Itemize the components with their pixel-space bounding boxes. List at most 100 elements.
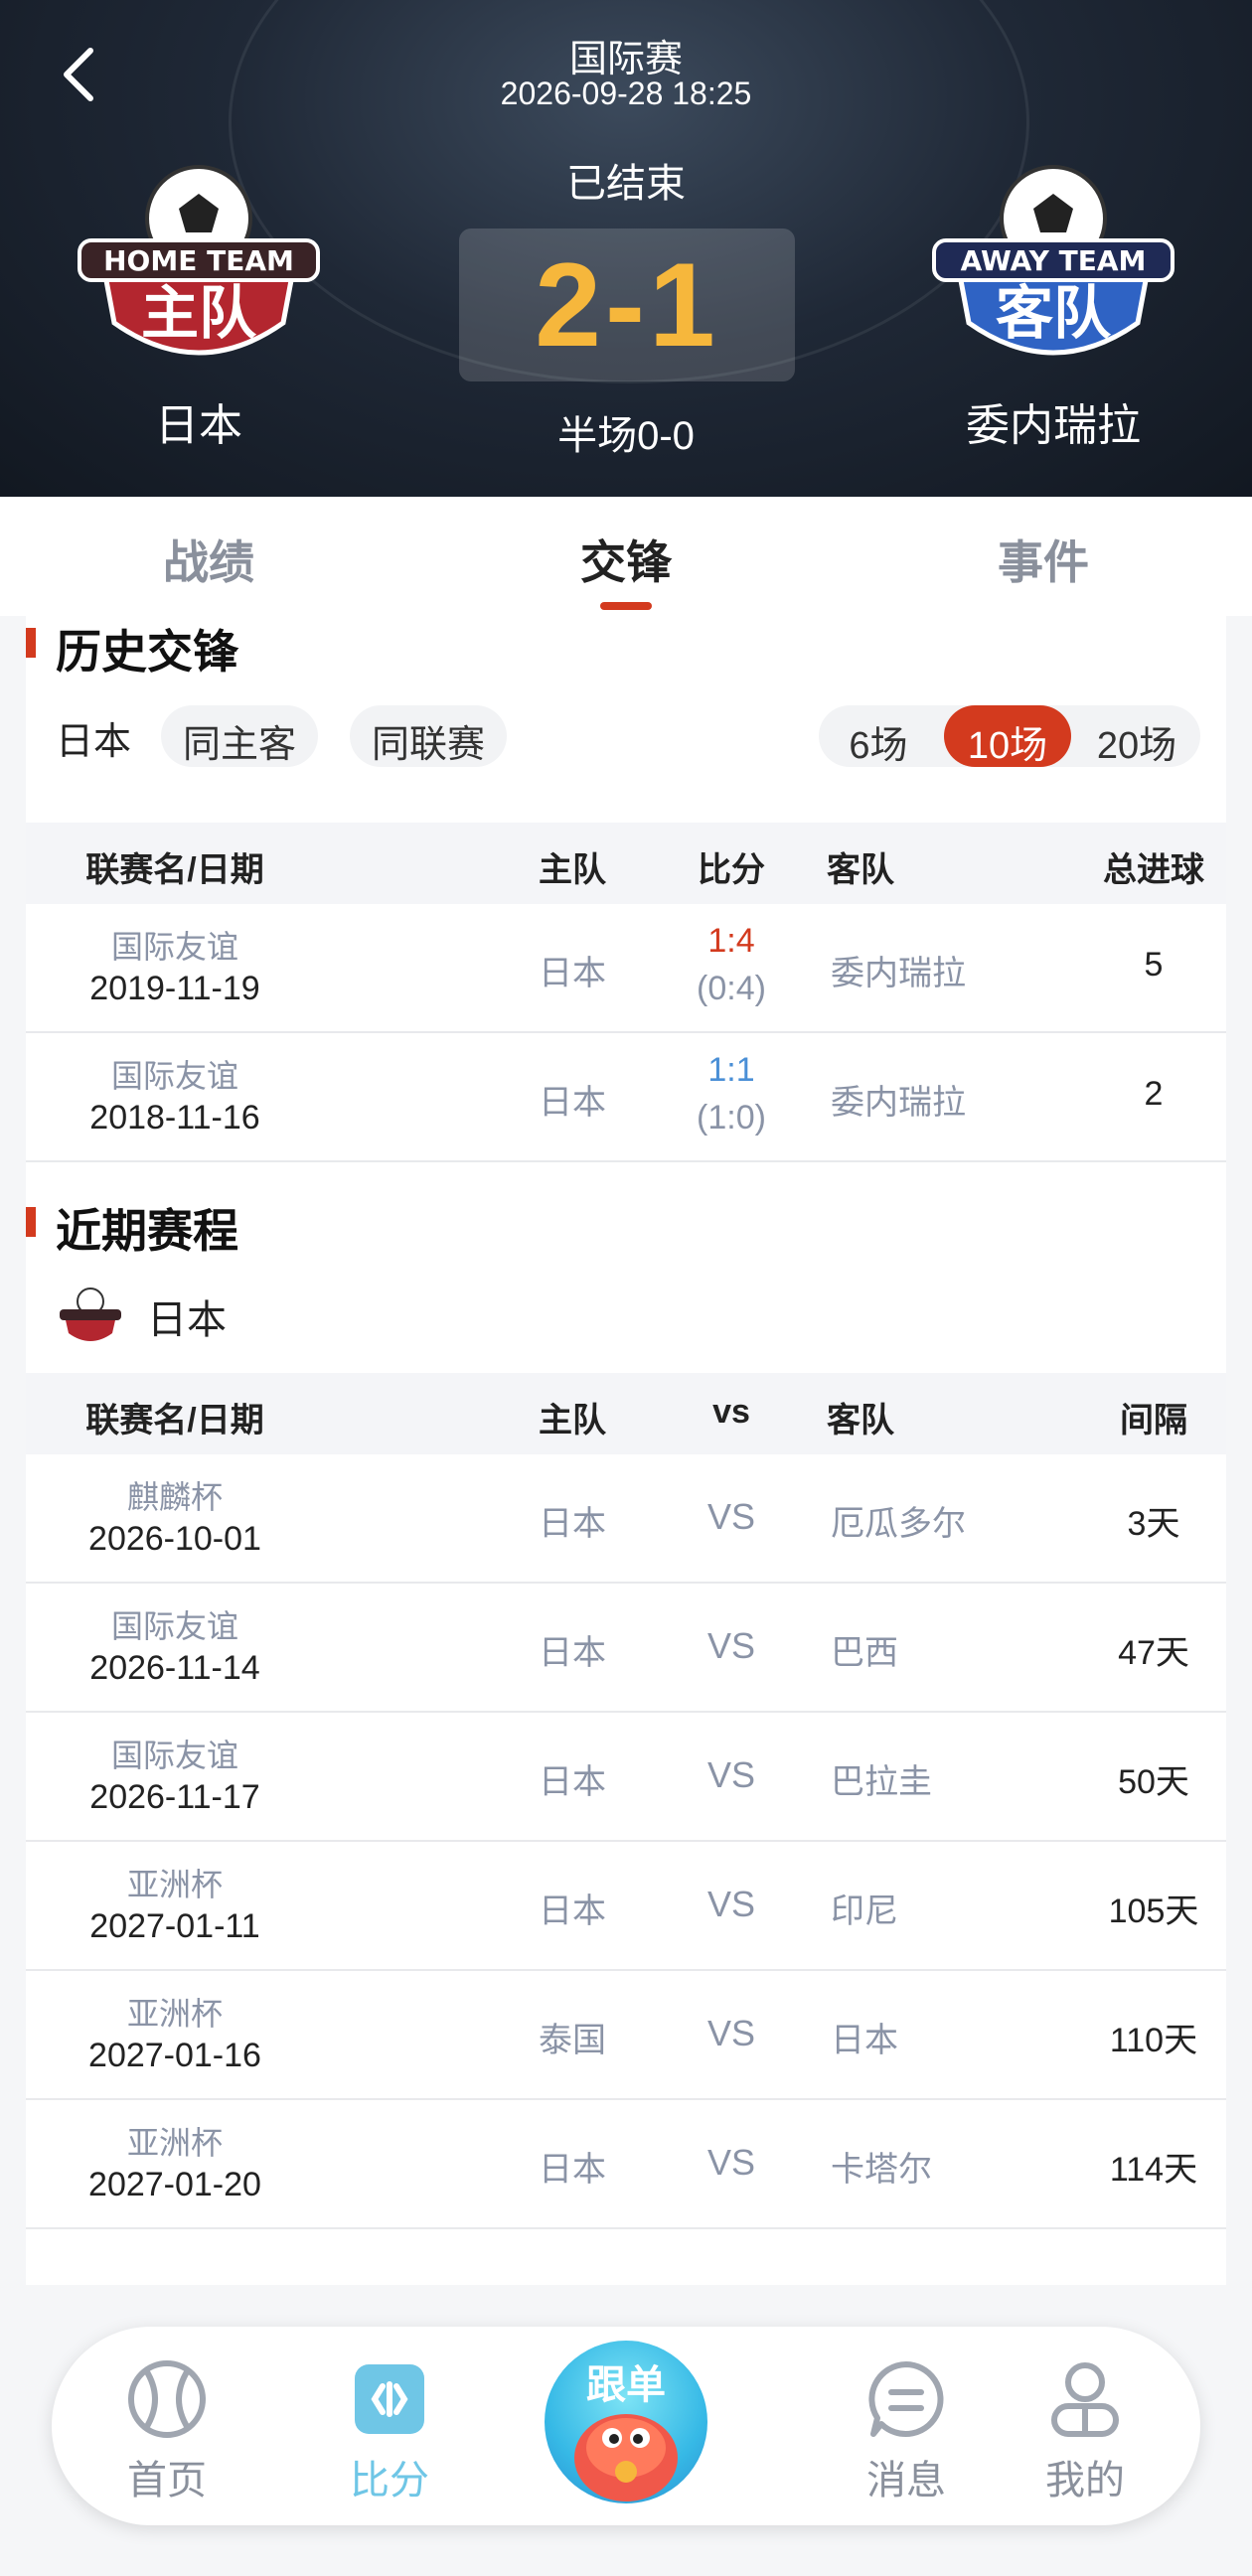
away-team-name[interactable]: 委内瑞拉 bbox=[855, 389, 1252, 453]
table-row[interactable]: 国际友谊 2018-11-16 日本 1:1 (1:0) 委内瑞拉 2 bbox=[26, 1033, 1226, 1162]
row-home-team: 泰国 bbox=[539, 2022, 606, 2059]
same-league-chip[interactable]: 同联赛 bbox=[350, 705, 508, 767]
nav-messages-label: 消息 bbox=[866, 2459, 946, 2502]
row-vs: VS bbox=[706, 1496, 756, 1537]
row-gap: 47天 bbox=[1118, 1634, 1189, 1672]
header-away: 客队 bbox=[827, 1402, 894, 1440]
row-vs: VS bbox=[706, 2013, 756, 2053]
table-row[interactable]: 国际友谊 2026-11-17 日本 VS 巴拉圭 50天 bbox=[26, 1713, 1226, 1842]
nav-profile[interactable]: 我的 bbox=[986, 2356, 1184, 2505]
row-half-score: (0:4) bbox=[697, 970, 766, 1007]
row-home-team: 日本 bbox=[539, 2151, 606, 2189]
row-home-team: 日本 bbox=[539, 1084, 606, 1122]
row-gap: 114天 bbox=[1109, 2151, 1198, 2189]
profile-icon bbox=[1051, 2362, 1119, 2437]
nav-home[interactable]: 首页 bbox=[68, 2356, 266, 2505]
bottom-navigation: 首页 比分 跟单 消息 我的 bbox=[52, 2327, 1200, 2525]
table-row[interactable]: 国际友谊 2019-11-19 日本 1:4 (0:4) 委内瑞拉 5 bbox=[26, 904, 1226, 1033]
row-total-goals: 2 bbox=[1144, 1075, 1164, 1113]
row-away-team: 巴拉圭 bbox=[831, 1763, 932, 1801]
home-team-name[interactable]: 日本 bbox=[0, 389, 397, 453]
row-gap: 3天 bbox=[1127, 1505, 1180, 1543]
follow-bet-button[interactable]: 跟单 bbox=[545, 2341, 707, 2503]
row-gap: 110天 bbox=[1109, 2022, 1198, 2059]
tab-record[interactable]: 战绩 bbox=[0, 497, 417, 616]
table-row[interactable]: 麒麟杯 2026-10-01 日本 VS 厄瓜多尔 3天 bbox=[26, 1454, 1226, 1584]
score-box: 2-1 bbox=[459, 228, 795, 381]
header-home: 主队 bbox=[539, 851, 606, 889]
row-date: 2026-11-17 bbox=[89, 1778, 260, 1816]
tab-bar: 战绩 交锋 事件 bbox=[0, 497, 1252, 616]
nav-messages[interactable]: 消息 bbox=[807, 2356, 1006, 2505]
row-away-team: 委内瑞拉 bbox=[831, 1084, 966, 1122]
header-score: 比分 bbox=[698, 851, 765, 889]
away-logo-cn: 客队 bbox=[996, 279, 1112, 347]
count-10-option[interactable]: 10场 bbox=[944, 705, 1071, 767]
row-league: 国际友谊 bbox=[110, 1738, 238, 1773]
table-row[interactable]: 亚洲杯 2027-01-11 日本 VS 印尼 105天 bbox=[26, 1842, 1226, 1971]
row-home-team: 日本 bbox=[539, 1763, 606, 1801]
row-away-team: 日本 bbox=[831, 2022, 898, 2059]
row-date: 2027-01-11 bbox=[89, 1907, 260, 1945]
home-logo-cn: 主队 bbox=[141, 279, 257, 347]
nav-profile-label: 我的 bbox=[1045, 2459, 1125, 2502]
count-6-option[interactable]: 6场 bbox=[819, 705, 938, 767]
row-away-team: 委内瑞拉 bbox=[831, 955, 966, 992]
match-score: 2-1 bbox=[535, 238, 719, 372]
home-team-badge-icon: HOME TEAM 主队 bbox=[78, 165, 320, 356]
nav-score-label: 比分 bbox=[350, 2459, 429, 2502]
home-team-logo[interactable]: HOME TEAM 主队 bbox=[70, 149, 328, 378]
row-home-team: 日本 bbox=[539, 955, 606, 992]
recent-team[interactable]: 日本 bbox=[56, 1282, 227, 1351]
home-team-mini-logo-icon bbox=[58, 1284, 123, 1349]
row-league: 国际友谊 bbox=[110, 1058, 238, 1094]
row-league: 国际友谊 bbox=[110, 1608, 238, 1644]
history-team-filter[interactable]: 日本 bbox=[56, 710, 131, 765]
header-total-goals: 总进球 bbox=[1103, 851, 1204, 889]
tab-events[interactable]: 事件 bbox=[835, 497, 1252, 616]
row-vs: VS bbox=[706, 1884, 756, 1924]
row-home-team: 日本 bbox=[539, 1634, 606, 1672]
league-name: 国际赛 bbox=[568, 39, 683, 80]
header-gap: 间隔 bbox=[1120, 1402, 1187, 1440]
count-20-option[interactable]: 20场 bbox=[1073, 705, 1200, 767]
home-logo-text: HOME TEAM bbox=[103, 244, 294, 277]
tennis-ball-icon bbox=[128, 2360, 206, 2438]
table-row[interactable]: 亚洲杯 2027-01-20 日本 VS 卡塔尔 114天 bbox=[26, 2100, 1226, 2229]
nav-home-label: 首页 bbox=[127, 2459, 207, 2502]
row-gap: 105天 bbox=[1108, 1893, 1199, 1930]
content-card: 历史交锋 日本 同主客 同联赛 6场 10场 20场 联赛名/日期 主队 比分 … bbox=[26, 616, 1226, 2285]
row-league: 亚洲杯 bbox=[126, 2125, 223, 2161]
row-away-team: 巴西 bbox=[831, 1634, 898, 1672]
recent-team-name: 日本 bbox=[147, 1298, 227, 1342]
row-away-team: 卡塔尔 bbox=[831, 2151, 932, 2189]
away-team-badge-icon: AWAY TEAM 客队 bbox=[932, 165, 1174, 356]
row-date: 2027-01-20 bbox=[88, 2166, 261, 2203]
row-home-team: 日本 bbox=[539, 1893, 606, 1930]
row-league: 亚洲杯 bbox=[126, 1996, 223, 2032]
match-count-selector: 6场 10场 20场 bbox=[819, 705, 1200, 767]
header-home: 主队 bbox=[539, 1402, 606, 1440]
row-date: 2027-01-16 bbox=[88, 2037, 261, 2074]
away-team-logo[interactable]: AWAY TEAM 客队 bbox=[924, 149, 1182, 378]
row-home-team: 日本 bbox=[539, 1505, 606, 1543]
row-league: 亚洲杯 bbox=[126, 1867, 223, 1902]
table-row[interactable]: 国际友谊 2026-11-14 日本 VS 巴西 47天 bbox=[26, 1584, 1226, 1713]
same-home-away-chip[interactable]: 同主客 bbox=[161, 705, 319, 767]
row-league: 国际友谊 bbox=[110, 929, 238, 965]
row-vs: VS bbox=[706, 1754, 756, 1795]
score-icon bbox=[355, 2364, 424, 2434]
match-header: 国际赛 2026-09-28 18:25 已结束 2-1 半场0-0 HOME … bbox=[0, 0, 1252, 497]
header-league-date: 联赛名/日期 bbox=[85, 1402, 264, 1440]
table-row[interactable]: 亚洲杯 2027-01-16 泰国 VS 日本 110天 bbox=[26, 1971, 1226, 2100]
row-half-score: (1:0) bbox=[697, 1099, 766, 1136]
nav-score[interactable]: 比分 bbox=[290, 2356, 489, 2505]
row-date: 2026-11-14 bbox=[89, 1649, 260, 1687]
row-away-team: 印尼 bbox=[831, 1893, 898, 1930]
row-date: 2019-11-19 bbox=[89, 970, 260, 1007]
away-logo-text: AWAY TEAM bbox=[961, 244, 1147, 277]
header-league-date: 联赛名/日期 bbox=[85, 851, 264, 889]
tab-head-to-head[interactable]: 交锋 bbox=[417, 497, 835, 616]
history-table-header: 联赛名/日期 主队 比分 客队 总进球 bbox=[26, 823, 1226, 904]
row-total-goals: 5 bbox=[1144, 946, 1164, 984]
